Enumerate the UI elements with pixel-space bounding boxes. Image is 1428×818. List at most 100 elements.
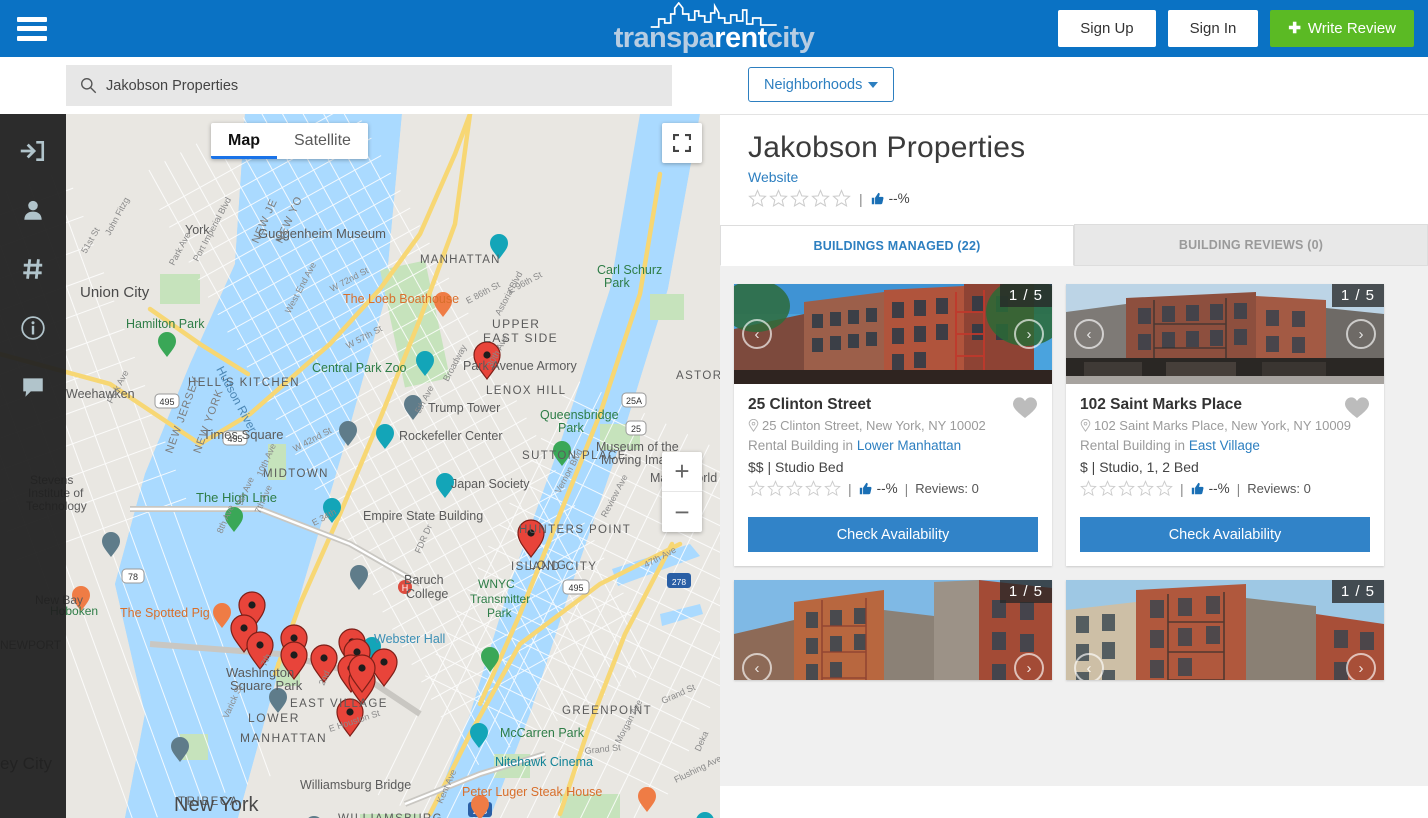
building-photo[interactable]: 1 / 5 ‹ › bbox=[734, 284, 1052, 384]
star-rating[interactable] bbox=[748, 189, 851, 208]
building-photo[interactable]: 1 / 5 ‹ › bbox=[1066, 580, 1384, 680]
svg-text:EAST SIDE: EAST SIDE bbox=[483, 331, 558, 345]
building-card[interactable]: 1 / 5 ‹ › 25 Clinton Street 25 Clinton S… bbox=[734, 284, 1052, 566]
fullscreen-icon[interactable] bbox=[662, 123, 702, 163]
company-rating: | --% bbox=[748, 189, 1428, 208]
building-card[interactable]: 1 / 5 ‹ › bbox=[1066, 580, 1384, 680]
comment-icon[interactable] bbox=[20, 374, 46, 400]
building-photo[interactable]: 1 / 5 ‹ › bbox=[1066, 284, 1384, 384]
svg-text:MIDTOWN: MIDTOWN bbox=[263, 468, 329, 480]
svg-text:MANHATTAN: MANHATTAN bbox=[420, 254, 501, 266]
star-icon[interactable] bbox=[748, 480, 765, 497]
heart-icon[interactable] bbox=[1344, 396, 1370, 420]
site-logo[interactable]: transparentcity bbox=[614, 2, 815, 53]
building-price: $ | Studio, 1, 2 Bed bbox=[1080, 459, 1199, 475]
neighborhood-link[interactable]: East Village bbox=[1189, 438, 1260, 453]
building-name[interactable]: 25 Clinton Street bbox=[748, 396, 1038, 414]
photo-counter: 1 / 5 bbox=[999, 284, 1052, 307]
write-review-button[interactable]: ✚ Write Review bbox=[1270, 10, 1414, 47]
svg-text:25A: 25A bbox=[626, 396, 642, 406]
map-canvas[interactable]: 495 495 495 25A 25 78 278 278 bbox=[0, 114, 720, 818]
star-icon[interactable] bbox=[805, 480, 822, 497]
star-icon[interactable] bbox=[1118, 480, 1135, 497]
company-header: Jakobson Properties Website | --% bbox=[720, 115, 1428, 216]
next-photo-arrow[interactable]: › bbox=[1346, 319, 1376, 349]
check-availability-button[interactable]: Check Availability bbox=[748, 517, 1038, 552]
prev-photo-arrow[interactable]: ‹ bbox=[742, 653, 772, 680]
star-icon[interactable] bbox=[1156, 480, 1173, 497]
header-actions: Sign Up Sign In ✚ Write Review bbox=[1058, 10, 1414, 47]
prev-photo-arrow[interactable]: ‹ bbox=[1074, 653, 1104, 680]
tab-building-reviews[interactable]: BUILDING REVIEWS (0) bbox=[1074, 224, 1428, 265]
top-header: transparentcity Sign Up Sign In ✚ Write … bbox=[0, 0, 1428, 57]
tab-buildings-managed[interactable]: BUILDINGS MANAGED (22) bbox=[720, 225, 1074, 266]
svg-text:78: 78 bbox=[128, 572, 138, 582]
building-photo[interactable]: 1 / 5 ‹ › bbox=[734, 580, 1052, 680]
star-icon[interactable] bbox=[748, 189, 767, 208]
zoom-out-button[interactable]: − bbox=[662, 492, 702, 532]
star-icon[interactable] bbox=[786, 480, 803, 497]
website-link[interactable]: Website bbox=[748, 169, 798, 185]
svg-text:Central Park Zoo: Central Park Zoo bbox=[312, 361, 407, 375]
map-type-switcher[interactable]: Map Satellite bbox=[211, 123, 368, 159]
reviews-count: Reviews: 0 bbox=[915, 481, 979, 496]
building-star-rating[interactable] bbox=[1080, 480, 1173, 497]
logo-part-1: transpa bbox=[613, 22, 715, 54]
star-icon[interactable] bbox=[832, 189, 851, 208]
building-card[interactable]: 1 / 5 ‹ › 102 Saint Marks Place 102 Sain… bbox=[1066, 284, 1384, 566]
building-address: 102 Saint Marks Place, New York, NY 1000… bbox=[1080, 418, 1370, 433]
building-rating: | --% | Reviews: 0 bbox=[1080, 480, 1370, 497]
next-photo-arrow[interactable]: › bbox=[1346, 653, 1376, 680]
sign-in-icon[interactable] bbox=[20, 138, 46, 164]
svg-text:Times Square: Times Square bbox=[203, 427, 283, 442]
star-icon[interactable] bbox=[1137, 480, 1154, 497]
svg-text:ISLAND CITY: ISLAND CITY bbox=[511, 561, 597, 573]
check-availability-button[interactable]: Check Availability bbox=[1080, 517, 1370, 552]
svg-text:Baruch: Baruch bbox=[404, 573, 444, 587]
map-type-satellite[interactable]: Satellite bbox=[277, 123, 368, 159]
hashtag-icon[interactable] bbox=[20, 256, 46, 282]
search-box[interactable] bbox=[66, 65, 672, 106]
prev-photo-arrow[interactable]: ‹ bbox=[1074, 319, 1104, 349]
building-name[interactable]: 102 Saint Marks Place bbox=[1080, 396, 1370, 414]
search-icon bbox=[81, 78, 97, 94]
map-type-map[interactable]: Map bbox=[211, 123, 277, 159]
star-icon[interactable] bbox=[824, 480, 841, 497]
heart-icon[interactable] bbox=[1012, 396, 1038, 420]
svg-text:UPPER: UPPER bbox=[492, 317, 540, 331]
photo-counter: 1 / 5 bbox=[1331, 284, 1384, 307]
map-pin-icon bbox=[748, 419, 759, 432]
star-icon[interactable] bbox=[767, 480, 784, 497]
building-star-rating[interactable] bbox=[748, 480, 841, 497]
building-card-footer: Check Availability bbox=[734, 517, 1052, 566]
info-circle-icon[interactable] bbox=[20, 315, 46, 341]
zoom-in-button[interactable]: + bbox=[662, 452, 702, 492]
hamburger-menu-icon[interactable] bbox=[17, 16, 47, 41]
next-photo-arrow[interactable]: › bbox=[1014, 319, 1044, 349]
next-photo-arrow[interactable]: › bbox=[1014, 653, 1044, 680]
svg-text:Rockefeller Center: Rockefeller Center bbox=[399, 429, 503, 443]
svg-text:Queensbridge: Queensbridge bbox=[540, 408, 619, 422]
sign-in-button[interactable]: Sign In bbox=[1167, 10, 1259, 47]
star-icon[interactable] bbox=[1080, 480, 1097, 497]
building-address-text: 25 Clinton Street, New York, NY 10002 bbox=[762, 418, 986, 433]
sign-up-button[interactable]: Sign Up bbox=[1058, 10, 1156, 47]
star-icon[interactable] bbox=[811, 189, 830, 208]
neighborhood-link[interactable]: Lower Manhattan bbox=[857, 438, 961, 453]
building-address: 25 Clinton Street, New York, NY 10002 bbox=[748, 418, 1038, 433]
photo-counter: 1 / 5 bbox=[1331, 580, 1384, 603]
user-icon[interactable] bbox=[20, 197, 46, 223]
thumbs-up-rating: --% bbox=[1191, 481, 1230, 496]
svg-text:HUNTERS POINT: HUNTERS POINT bbox=[519, 524, 631, 536]
building-card[interactable]: 1 / 5 ‹ › bbox=[734, 580, 1052, 680]
thumbs-up-percent: --% bbox=[876, 481, 898, 496]
star-icon[interactable] bbox=[1099, 480, 1116, 497]
search-input[interactable] bbox=[106, 77, 672, 94]
prev-photo-arrow[interactable]: ‹ bbox=[742, 319, 772, 349]
star-icon[interactable] bbox=[790, 189, 809, 208]
rating-separator: | bbox=[859, 190, 863, 207]
neighborhoods-dropdown[interactable]: Neighborhoods bbox=[748, 67, 895, 102]
svg-text:WNYC: WNYC bbox=[478, 577, 515, 591]
map-zoom-controls[interactable]: + − bbox=[662, 452, 702, 532]
star-icon[interactable] bbox=[769, 189, 788, 208]
